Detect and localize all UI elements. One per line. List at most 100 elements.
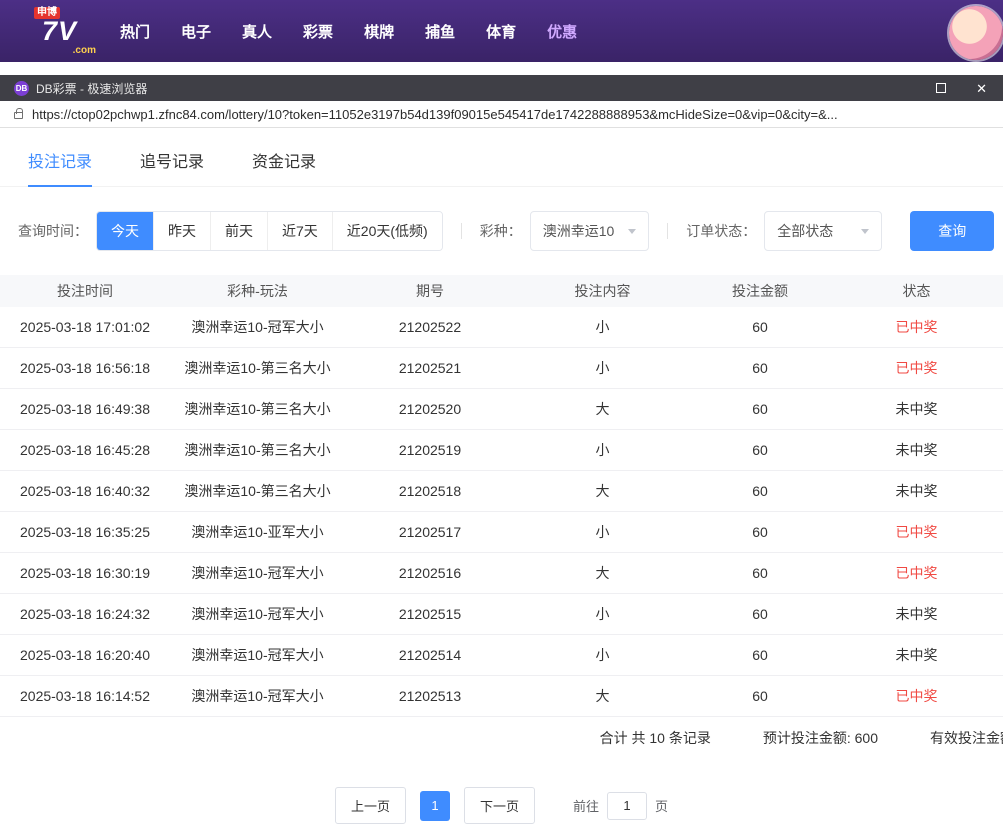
cell-content: 大 bbox=[595, 565, 610, 581]
cell-amount: 60 bbox=[752, 401, 768, 417]
cell-status: 未中奖 bbox=[895, 606, 938, 622]
query-button[interactable]: 查询 bbox=[910, 211, 995, 251]
table-row: 2025-03-18 17:01:02 澳洲幸运10-冠军大小 21202522 小 6… bbox=[0, 307, 1003, 348]
lock-icon bbox=[14, 108, 23, 119]
table-row: 2025-03-18 16:24:32 澳洲幸运10-冠军大小 21202515 小 6… bbox=[0, 594, 1003, 635]
query-time-label: 查询时间： bbox=[18, 223, 88, 239]
column-header-3: 投注内容 bbox=[574, 283, 631, 299]
cell-content: 大 bbox=[595, 483, 610, 499]
cell-time: 2025-03-18 16:35:25 bbox=[20, 524, 150, 540]
current-page-button[interactable]: 1 bbox=[419, 790, 450, 821]
time-filter-option-3[interactable]: 近7天 bbox=[268, 212, 333, 250]
prev-page-button[interactable]: 上一页 bbox=[334, 787, 406, 824]
nav-item-2[interactable]: 真人 bbox=[242, 21, 272, 42]
filter-row: 查询时间： 今天 昨天 前天 近7天 近20天(低频) 彩种： 澳洲幸运10 订单状态：… bbox=[18, 211, 1003, 251]
chevron-down-icon bbox=[628, 228, 637, 234]
cell-content: 小 bbox=[595, 442, 610, 458]
cell-amount: 60 bbox=[752, 647, 768, 663]
table-row: 2025-03-18 16:56:18 澳洲幸运10-第三名大小 21202521 小… bbox=[0, 348, 1003, 389]
cell-amount: 60 bbox=[752, 606, 768, 622]
pagination: 上一页 1 下一页 前往 页 bbox=[0, 787, 1003, 824]
time-filter-option-4[interactable]: 近20天(低频) bbox=[332, 212, 442, 250]
cell-issue: 21202519 bbox=[398, 442, 462, 458]
brand-name: 7V bbox=[42, 16, 78, 46]
cell-time: 2025-03-18 16:49:38 bbox=[20, 401, 150, 417]
cell-status: 未中奖 bbox=[895, 442, 938, 458]
time-filter-option-1[interactable]: 昨天 bbox=[154, 212, 211, 250]
close-button[interactable]: ✕ bbox=[976, 82, 987, 95]
summary-record-count: 合计 共 10 条记录 bbox=[599, 730, 711, 746]
cell-content: 小 bbox=[595, 319, 610, 335]
lottery-label: 彩种： bbox=[479, 223, 522, 239]
url-text[interactable]: https://ctop02pchwp1.zfnc84.com/lottery/… bbox=[32, 107, 991, 122]
nav-item-5[interactable]: 捕鱼 bbox=[425, 21, 455, 42]
tab-chase-records[interactable]: 追号记录 bbox=[140, 148, 204, 186]
user-avatar[interactable] bbox=[949, 6, 1003, 60]
browser-urlbar[interactable]: https://ctop02pchwp1.zfnc84.com/lottery/… bbox=[0, 101, 1003, 128]
nav-item-7[interactable]: 优惠 bbox=[547, 21, 577, 42]
cell-game: 澳洲幸运10-冠军大小 bbox=[191, 647, 324, 663]
maximize-icon bbox=[936, 82, 947, 93]
nav-item-4[interactable]: 棋牌 bbox=[364, 21, 394, 42]
cell-amount: 60 bbox=[752, 319, 768, 335]
time-filter-option-0[interactable]: 今天 bbox=[97, 212, 154, 250]
tab-bet-records[interactable]: 投注记录 bbox=[28, 148, 93, 187]
nav-item-1[interactable]: 电子 bbox=[181, 21, 211, 42]
cell-game: 澳洲幸运10-冠军大小 bbox=[191, 319, 324, 335]
order-status-value: 全部状态 bbox=[777, 223, 834, 239]
cell-time: 2025-03-18 16:30:19 bbox=[20, 565, 150, 581]
cell-game: 澳洲幸运10-冠军大小 bbox=[191, 606, 324, 622]
cell-issue: 21202520 bbox=[398, 401, 462, 417]
page-unit-label: 页 bbox=[655, 799, 669, 814]
cell-amount: 60 bbox=[752, 360, 768, 376]
cell-amount: 60 bbox=[752, 565, 768, 581]
cell-issue: 21202514 bbox=[398, 647, 462, 663]
table-row: 2025-03-18 16:30:19 澳洲幸运10-冠军大小 21202516 大 6… bbox=[0, 553, 1003, 594]
time-filter-group: 今天 昨天 前天 近7天 近20天(低频) bbox=[96, 211, 443, 251]
cell-status: 未中奖 bbox=[895, 647, 938, 663]
time-filter-option-2[interactable]: 前天 bbox=[211, 212, 268, 250]
cell-game: 澳洲幸运10-第三名大小 bbox=[184, 360, 331, 376]
table-row: 2025-03-18 16:49:38 澳洲幸运10-第三名大小 21202520 大… bbox=[0, 389, 1003, 430]
nav-item-0[interactable]: 热门 bbox=[120, 21, 150, 42]
lottery-select[interactable]: 澳洲幸运10 bbox=[529, 211, 650, 251]
cell-time: 2025-03-18 16:45:28 bbox=[20, 442, 150, 458]
maximize-button[interactable] bbox=[936, 82, 947, 95]
summary-row: 合计 共 10 条记录 预计投注金额: 600 有效投注金额 bbox=[0, 717, 1003, 759]
tab-fund-records[interactable]: 资金记录 bbox=[252, 148, 316, 186]
cell-game: 澳洲幸运10-第三名大小 bbox=[184, 442, 331, 458]
cell-status: 未中奖 bbox=[895, 401, 938, 417]
record-tabs: 投注记录 追号记录 资金记录 bbox=[0, 128, 1003, 187]
lottery-select-value: 澳洲幸运10 bbox=[542, 223, 615, 239]
column-header-5: 状态 bbox=[902, 283, 931, 299]
cell-issue: 21202521 bbox=[398, 360, 462, 376]
cell-time: 2025-03-18 16:56:18 bbox=[20, 360, 150, 376]
brand-logo[interactable]: 申博 7V .com bbox=[34, 6, 102, 56]
table-row: 2025-03-18 16:20:40 澳洲幸运10-冠军大小 21202514 小 6… bbox=[0, 635, 1003, 676]
cell-issue: 21202518 bbox=[398, 483, 462, 499]
page-content: 投注记录 追号记录 资金记录 查询时间： 今天 昨天 前天 近7天 近20天(低频) 彩… bbox=[0, 128, 1003, 824]
cell-content: 小 bbox=[595, 647, 610, 663]
window-title: DB彩票 - 极速浏览器 bbox=[36, 81, 148, 96]
summary-expected-amount: 预计投注金额: 600 bbox=[762, 730, 878, 746]
divider bbox=[667, 223, 669, 239]
column-header-1: 彩种-玩法 bbox=[227, 283, 288, 299]
nav-item-3[interactable]: 彩票 bbox=[303, 21, 333, 42]
next-page-button[interactable]: 下一页 bbox=[463, 787, 535, 824]
cell-amount: 60 bbox=[752, 442, 768, 458]
cell-status: 已中奖 bbox=[895, 524, 938, 540]
cell-game: 澳洲幸运10-冠军大小 bbox=[191, 565, 324, 581]
nav-item-6[interactable]: 体育 bbox=[486, 21, 516, 42]
cell-issue: 21202516 bbox=[398, 565, 462, 581]
cell-status: 已中奖 bbox=[895, 319, 938, 335]
goto-page: 前往 页 bbox=[573, 791, 669, 820]
column-header-0: 投注时间 bbox=[57, 283, 113, 299]
order-status-select[interactable]: 全部状态 bbox=[764, 211, 883, 251]
window-gap bbox=[0, 62, 1003, 75]
cell-content: 小 bbox=[595, 524, 610, 540]
cell-game: 澳洲幸运10-亚军大小 bbox=[191, 524, 324, 540]
window-controls: ✕ bbox=[906, 82, 989, 95]
table-row: 2025-03-18 16:45:28 澳洲幸运10-第三名大小 21202519 小… bbox=[0, 430, 1003, 471]
cell-content: 小 bbox=[595, 360, 610, 376]
goto-page-input[interactable] bbox=[607, 791, 648, 820]
